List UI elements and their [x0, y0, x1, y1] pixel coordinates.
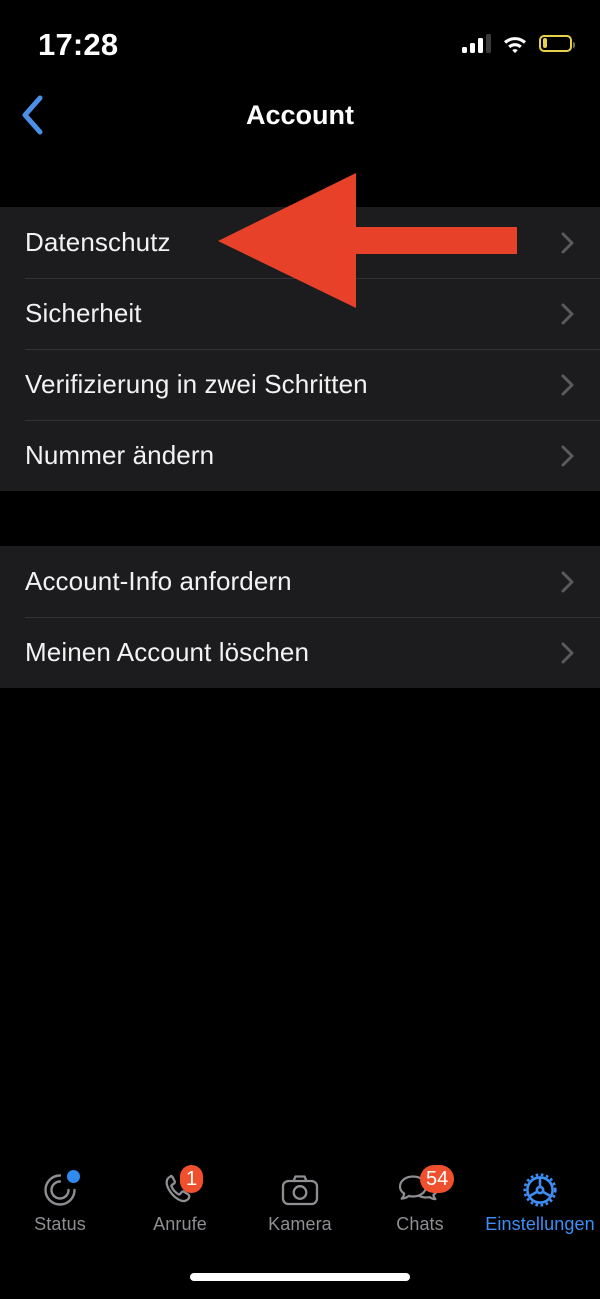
chat-bubbles-icon: 54: [397, 1165, 455, 1211]
list-item-sicherheit[interactable]: Sicherheit: [0, 278, 600, 349]
cellular-signal-icon: [462, 33, 491, 53]
status-rings-icon: [37, 1169, 83, 1211]
bottom-tab-bar: Status 1 Anrufe Kamera 54 Chats Einstell…: [0, 1160, 600, 1299]
status-bar-indicators: [462, 30, 575, 56]
status-bar: 17:28: [0, 0, 600, 76]
list-item-label: Sicherheit: [25, 298, 142, 328]
chevron-right-icon: [561, 571, 574, 592]
list-item-label: Datenschutz: [25, 227, 171, 257]
tab-status[interactable]: Status: [0, 1160, 120, 1260]
tab-label: Kamera: [268, 1214, 332, 1234]
tab-label: Chats: [396, 1214, 444, 1234]
phone-icon: 1: [157, 1165, 204, 1211]
gear-icon: [517, 1169, 563, 1211]
list-item-datenschutz[interactable]: Datenschutz: [0, 207, 600, 278]
tab-einstellungen[interactable]: Einstellungen: [480, 1160, 600, 1260]
list-item-nummer-aendern[interactable]: Nummer ändern: [0, 420, 600, 491]
list-item-label: Verifizierung in zwei Schritten: [25, 369, 368, 399]
list-item-label: Meinen Account löschen: [25, 637, 310, 667]
wifi-icon: [502, 34, 528, 53]
tab-label: Status: [34, 1214, 86, 1234]
settings-group-account: Datenschutz Sicherheit Verifizierung in …: [0, 207, 600, 491]
status-bar-time: 17:28: [38, 27, 119, 62]
list-item-label: Nummer ändern: [25, 440, 215, 470]
chevron-right-icon: [561, 303, 574, 324]
status-unread-dot: [67, 1170, 80, 1183]
chevron-right-icon: [561, 445, 574, 466]
tab-badge: 54: [420, 1165, 455, 1193]
tab-label: Anrufe: [153, 1214, 207, 1234]
chevron-right-icon: [561, 642, 574, 663]
tab-anrufe[interactable]: 1 Anrufe: [120, 1160, 240, 1260]
camera-icon: [277, 1169, 323, 1211]
navigation-bar: Account: [0, 76, 600, 154]
app-screen: 17:28 Account Datenschutz Sicherheit Ver…: [0, 0, 600, 1299]
list-item-account-info-anfordern[interactable]: Account-Info anfordern: [0, 546, 600, 617]
battery-low-icon: [539, 34, 575, 52]
home-indicator[interactable]: [190, 1273, 410, 1281]
tab-chats[interactable]: 54 Chats: [360, 1160, 480, 1260]
list-item-zwei-schritt-verifizierung[interactable]: Verifizierung in zwei Schritten: [0, 349, 600, 420]
tab-label: Einstellungen: [485, 1214, 595, 1234]
tab-badge: 1: [180, 1165, 204, 1193]
tab-kamera[interactable]: Kamera: [240, 1160, 360, 1260]
list-item-account-loeschen[interactable]: Meinen Account löschen: [0, 617, 600, 688]
list-item-label: Account-Info anfordern: [25, 566, 292, 596]
chevron-right-icon: [561, 374, 574, 395]
page-title: Account: [246, 100, 354, 130]
chevron-right-icon: [561, 232, 574, 253]
settings-group-account-data: Account-Info anfordern Meinen Account lö…: [0, 546, 600, 688]
